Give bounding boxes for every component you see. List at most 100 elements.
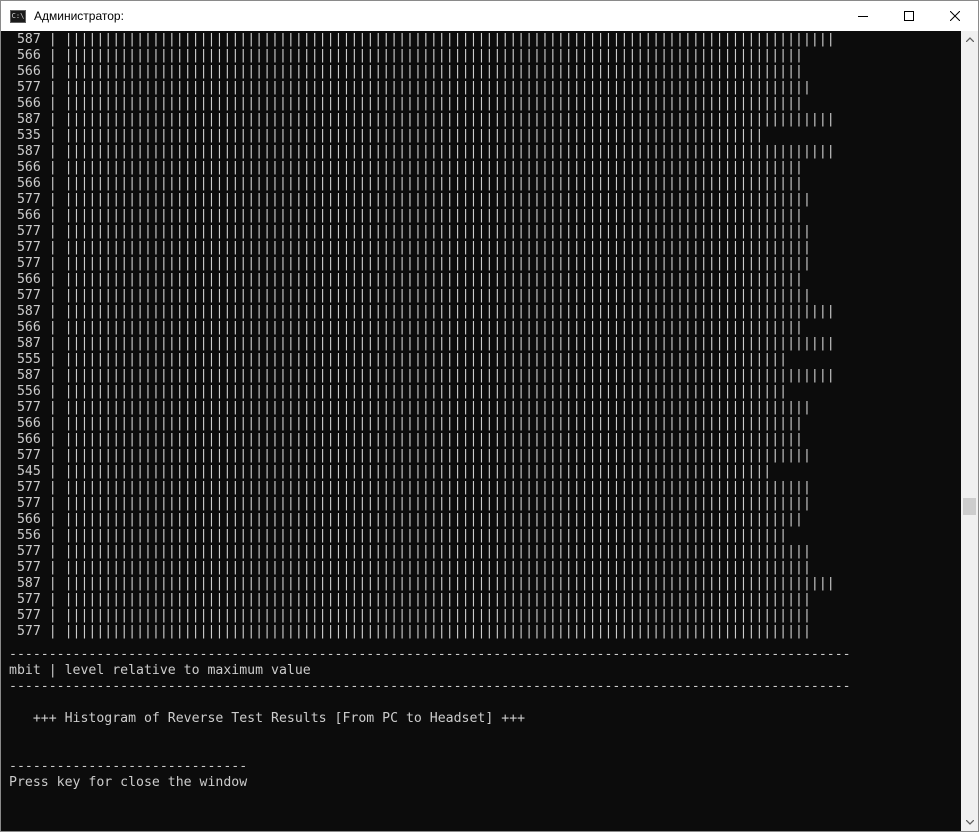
histogram-row-value: 577 bbox=[16, 496, 41, 511]
histogram-row-bar: | ||||||||||||||||||||||||||||||||||||||… bbox=[48, 624, 811, 639]
histogram-row-value: 587 bbox=[16, 144, 41, 159]
histogram-row: 577 | ||||||||||||||||||||||||||||||||||… bbox=[9, 288, 811, 304]
histogram-row-bar: | ||||||||||||||||||||||||||||||||||||||… bbox=[48, 32, 835, 47]
histogram-row-value: 566 bbox=[16, 160, 41, 175]
histogram-row-value: 577 bbox=[16, 224, 41, 239]
legend-line: mbit | level relative to maximum value bbox=[9, 663, 311, 678]
histogram-row-value: 566 bbox=[16, 176, 41, 191]
histogram-row-bar: | ||||||||||||||||||||||||||||||||||||||… bbox=[48, 64, 803, 79]
histogram-row-bar: | ||||||||||||||||||||||||||||||||||||||… bbox=[48, 576, 835, 591]
histogram-row: 587 | ||||||||||||||||||||||||||||||||||… bbox=[9, 112, 835, 128]
histogram-row: 577 | ||||||||||||||||||||||||||||||||||… bbox=[9, 592, 811, 608]
histogram-row-bar: | ||||||||||||||||||||||||||||||||||||||… bbox=[48, 560, 811, 575]
maximize-button[interactable] bbox=[886, 1, 932, 31]
histogram-row-bar: | ||||||||||||||||||||||||||||||||||||||… bbox=[48, 304, 835, 319]
histogram-row: 577 | ||||||||||||||||||||||||||||||||||… bbox=[9, 448, 811, 464]
chevron-down-icon bbox=[965, 820, 974, 825]
histogram-row-value: 566 bbox=[16, 432, 41, 447]
histogram-row-bar: | ||||||||||||||||||||||||||||||||||||||… bbox=[48, 320, 803, 335]
window-title: Администратор: bbox=[34, 9, 124, 23]
histogram-row-bar: | ||||||||||||||||||||||||||||||||||||||… bbox=[48, 208, 803, 223]
histogram-row: 587 | ||||||||||||||||||||||||||||||||||… bbox=[9, 304, 835, 320]
histogram-row-value: 587 bbox=[16, 336, 41, 351]
separator-top: ----------------------------------------… bbox=[9, 647, 851, 662]
histogram-row: 587 | ||||||||||||||||||||||||||||||||||… bbox=[9, 336, 835, 352]
close-icon bbox=[950, 11, 960, 21]
histogram-row: 556 | ||||||||||||||||||||||||||||||||||… bbox=[9, 384, 787, 400]
histogram-row-value: 577 bbox=[16, 256, 41, 271]
histogram-row: 577 | ||||||||||||||||||||||||||||||||||… bbox=[9, 240, 811, 256]
histogram-row: 587 | ||||||||||||||||||||||||||||||||||… bbox=[9, 32, 835, 48]
histogram-row-bar: | ||||||||||||||||||||||||||||||||||||||… bbox=[48, 384, 788, 399]
scrollbar-thumb[interactable] bbox=[963, 498, 976, 515]
histogram-row-bar: | ||||||||||||||||||||||||||||||||||||||… bbox=[48, 592, 811, 607]
histogram-row-bar: | ||||||||||||||||||||||||||||||||||||||… bbox=[48, 96, 803, 111]
histogram-row-value: 566 bbox=[16, 64, 41, 79]
histogram-row-value: 577 bbox=[16, 592, 41, 607]
histogram-row-value: 566 bbox=[16, 272, 41, 287]
histogram-row-bar: | ||||||||||||||||||||||||||||||||||||||… bbox=[48, 352, 788, 367]
histogram-row: 587 | ||||||||||||||||||||||||||||||||||… bbox=[9, 144, 835, 160]
histogram-row: 577 | ||||||||||||||||||||||||||||||||||… bbox=[9, 480, 811, 496]
vertical-scrollbar[interactable] bbox=[961, 31, 978, 831]
histogram-row-bar: | ||||||||||||||||||||||||||||||||||||||… bbox=[48, 48, 803, 63]
histogram-row: 566 | ||||||||||||||||||||||||||||||||||… bbox=[9, 160, 803, 176]
histogram-row-bar: | ||||||||||||||||||||||||||||||||||||||… bbox=[48, 240, 811, 255]
scroll-down-button[interactable] bbox=[961, 814, 978, 831]
histogram-row: 577 | ||||||||||||||||||||||||||||||||||… bbox=[9, 624, 811, 640]
histogram-row-value: 566 bbox=[16, 48, 41, 63]
histogram-row: 555 | ||||||||||||||||||||||||||||||||||… bbox=[9, 352, 787, 368]
histogram-row: 535 | ||||||||||||||||||||||||||||||||||… bbox=[9, 128, 763, 144]
histogram-row: 577 | ||||||||||||||||||||||||||||||||||… bbox=[9, 560, 811, 576]
title-bar[interactable]: C:\ Администратор: bbox=[1, 1, 978, 31]
histogram-row-bar: | ||||||||||||||||||||||||||||||||||||||… bbox=[48, 128, 764, 143]
histogram-row-value: 566 bbox=[16, 208, 41, 223]
histogram-row-value: 545 bbox=[16, 464, 41, 479]
histogram-row-value: 577 bbox=[16, 288, 41, 303]
histogram-row-value: 577 bbox=[16, 400, 41, 415]
histogram-row-value: 587 bbox=[16, 112, 41, 127]
histogram-row-bar: | ||||||||||||||||||||||||||||||||||||||… bbox=[48, 416, 803, 431]
histogram-row-value: 555 bbox=[16, 352, 41, 367]
histogram-row-value: 535 bbox=[16, 128, 41, 143]
histogram-row: 587 | ||||||||||||||||||||||||||||||||||… bbox=[9, 368, 835, 384]
histogram-row-bar: | ||||||||||||||||||||||||||||||||||||||… bbox=[48, 272, 803, 287]
minimize-button[interactable] bbox=[840, 1, 886, 31]
console-output[interactable]: 577 | ||||||||||||||||||||||||||||||||||… bbox=[1, 31, 961, 831]
histogram-row-value: 577 bbox=[16, 80, 41, 95]
histogram-row-bar: | ||||||||||||||||||||||||||||||||||||||… bbox=[48, 176, 803, 191]
histogram-row-value: 566 bbox=[16, 416, 41, 431]
scroll-up-button[interactable] bbox=[961, 31, 978, 48]
histogram-row: 577 | ||||||||||||||||||||||||||||||||||… bbox=[9, 544, 811, 560]
cmd-app-icon[interactable]: C:\ bbox=[10, 9, 26, 23]
histogram-row-value: 556 bbox=[16, 384, 41, 399]
histogram-row: 566 | ||||||||||||||||||||||||||||||||||… bbox=[9, 272, 803, 288]
console-window: C:\ Администратор: 577 | |||||||||||||||… bbox=[0, 0, 979, 832]
histogram-row-bar: | ||||||||||||||||||||||||||||||||||||||… bbox=[48, 608, 811, 623]
histogram-row-bar: | ||||||||||||||||||||||||||||||||||||||… bbox=[48, 464, 772, 479]
histogram-row: 577 | ||||||||||||||||||||||||||||||||||… bbox=[9, 80, 811, 96]
histogram-row-value: 556 bbox=[16, 528, 41, 543]
histogram-row-bar: | ||||||||||||||||||||||||||||||||||||||… bbox=[48, 144, 835, 159]
histogram-row-value: 587 bbox=[16, 576, 41, 591]
histogram-row-value: 587 bbox=[16, 32, 41, 47]
chevron-up-icon bbox=[965, 37, 974, 42]
histogram-row: 577 | ||||||||||||||||||||||||||||||||||… bbox=[9, 224, 811, 240]
short-separator: ------------------------------ bbox=[9, 759, 248, 774]
histogram-row: 577 | ||||||||||||||||||||||||||||||||||… bbox=[9, 608, 811, 624]
histogram-row: 577 | ||||||||||||||||||||||||||||||||||… bbox=[9, 192, 811, 208]
histogram-row: 566 | ||||||||||||||||||||||||||||||||||… bbox=[9, 96, 803, 112]
histogram-row-value: 566 bbox=[16, 512, 41, 527]
histogram-row-bar: | ||||||||||||||||||||||||||||||||||||||… bbox=[48, 368, 835, 383]
histogram-row: 566 | ||||||||||||||||||||||||||||||||||… bbox=[9, 48, 803, 64]
histogram-row-bar: | ||||||||||||||||||||||||||||||||||||||… bbox=[48, 112, 835, 127]
histogram-row-bar: | ||||||||||||||||||||||||||||||||||||||… bbox=[48, 496, 811, 511]
histogram-row-value: 566 bbox=[16, 96, 41, 111]
histogram-row-bar: | ||||||||||||||||||||||||||||||||||||||… bbox=[48, 336, 835, 351]
histogram-title: +++ Histogram of Reverse Test Results [F… bbox=[9, 711, 526, 726]
close-button[interactable] bbox=[932, 1, 978, 31]
histogram-row-bar: | ||||||||||||||||||||||||||||||||||||||… bbox=[48, 288, 811, 303]
histogram-row: 566 | ||||||||||||||||||||||||||||||||||… bbox=[9, 176, 803, 192]
histogram-row-bar: | ||||||||||||||||||||||||||||||||||||||… bbox=[48, 448, 811, 463]
histogram-row-value: 577 bbox=[16, 192, 41, 207]
